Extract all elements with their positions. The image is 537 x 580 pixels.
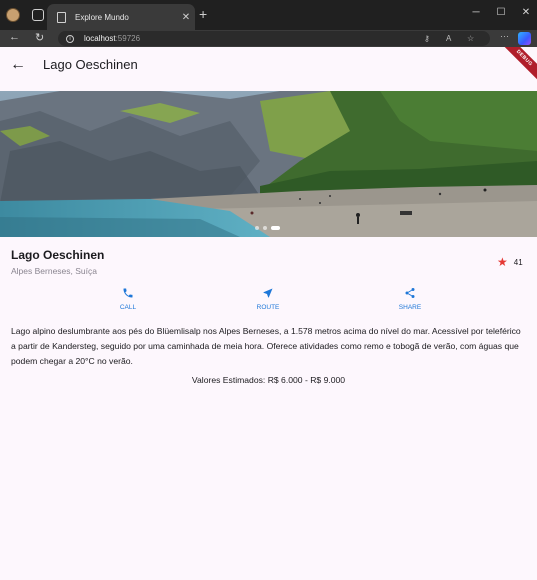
new-tab-button[interactable]: +: [199, 6, 207, 22]
minimize-icon[interactable]: ─: [466, 7, 486, 18]
call-button[interactable]: CALL: [98, 287, 158, 311]
navigation-icon: [263, 288, 273, 298]
share-button[interactable]: SHARE: [380, 287, 440, 311]
url-port: :59726: [115, 34, 141, 43]
site-info-icon[interactable]: i: [66, 34, 74, 43]
carousel-dot[interactable]: [263, 226, 267, 230]
browser-titlebar: Explore Mundo ✕ + ─ ☐ ✕: [0, 0, 537, 30]
estimated-values: Valores Estimados: R$ 6.000 - R$ 9.000: [191, 375, 346, 385]
workspaces-icon[interactable]: [32, 9, 44, 21]
debug-banner: DEBUG: [498, 47, 537, 85]
page-title: Lago Oeschinen: [43, 57, 138, 72]
address-bar: ← ↻ i localhost:59726 ⚷ A ☆ ···: [0, 30, 537, 47]
rating[interactable]: ★ 41: [497, 255, 523, 269]
place-name: Lago Oeschinen: [11, 248, 105, 262]
share-icon: [405, 288, 415, 298]
close-window-icon[interactable]: ✕: [516, 7, 536, 18]
app-screen: ← Lago Oeschinen DEBUG Lago Oeschinen Al…: [0, 47, 537, 580]
key-icon[interactable]: ⚷: [424, 34, 430, 43]
call-label: CALL: [119, 304, 137, 311]
url-host: localhost: [84, 34, 116, 43]
url-field[interactable]: i localhost:59726 ⚷ A ☆: [58, 31, 490, 46]
route-button[interactable]: ROUTE: [238, 287, 298, 311]
more-menu-icon[interactable]: ···: [500, 31, 509, 41]
rating-count: 41: [513, 257, 523, 267]
phone-icon: [123, 288, 133, 298]
maximize-icon[interactable]: ☐: [491, 7, 511, 18]
read-aloud-icon[interactable]: A: [446, 34, 451, 43]
carousel-dot-active[interactable]: [271, 226, 280, 230]
image-carousel[interactable]: [0, 91, 537, 237]
place-region: Alpes Berneses, Suíça: [11, 266, 97, 276]
share-label: SHARE: [398, 304, 422, 311]
profile-avatar[interactable]: [6, 8, 20, 22]
app-bar: ← Lago Oeschinen DEBUG: [0, 47, 537, 91]
star-icon[interactable]: ★: [497, 255, 508, 269]
favorite-star-icon[interactable]: ☆: [467, 34, 474, 43]
carousel-dot[interactable]: [255, 226, 259, 230]
copilot-icon[interactable]: [518, 32, 531, 45]
lake-photo: [0, 91, 537, 237]
reload-icon[interactable]: ↻: [35, 31, 44, 44]
browser-tab[interactable]: Explore Mundo ✕: [47, 4, 195, 30]
page-icon: [57, 11, 66, 23]
carousel-indicator[interactable]: [255, 226, 280, 230]
tab-title: Explore Mundo: [75, 12, 129, 22]
back-browser-icon[interactable]: ←: [9, 31, 20, 43]
place-description: Lago alpino deslumbrante aos pés do Blüe…: [11, 326, 521, 366]
back-arrow-icon[interactable]: ←: [10, 56, 26, 74]
route-label: ROUTE: [256, 304, 280, 311]
tab-close-icon[interactable]: ✕: [177, 12, 195, 23]
